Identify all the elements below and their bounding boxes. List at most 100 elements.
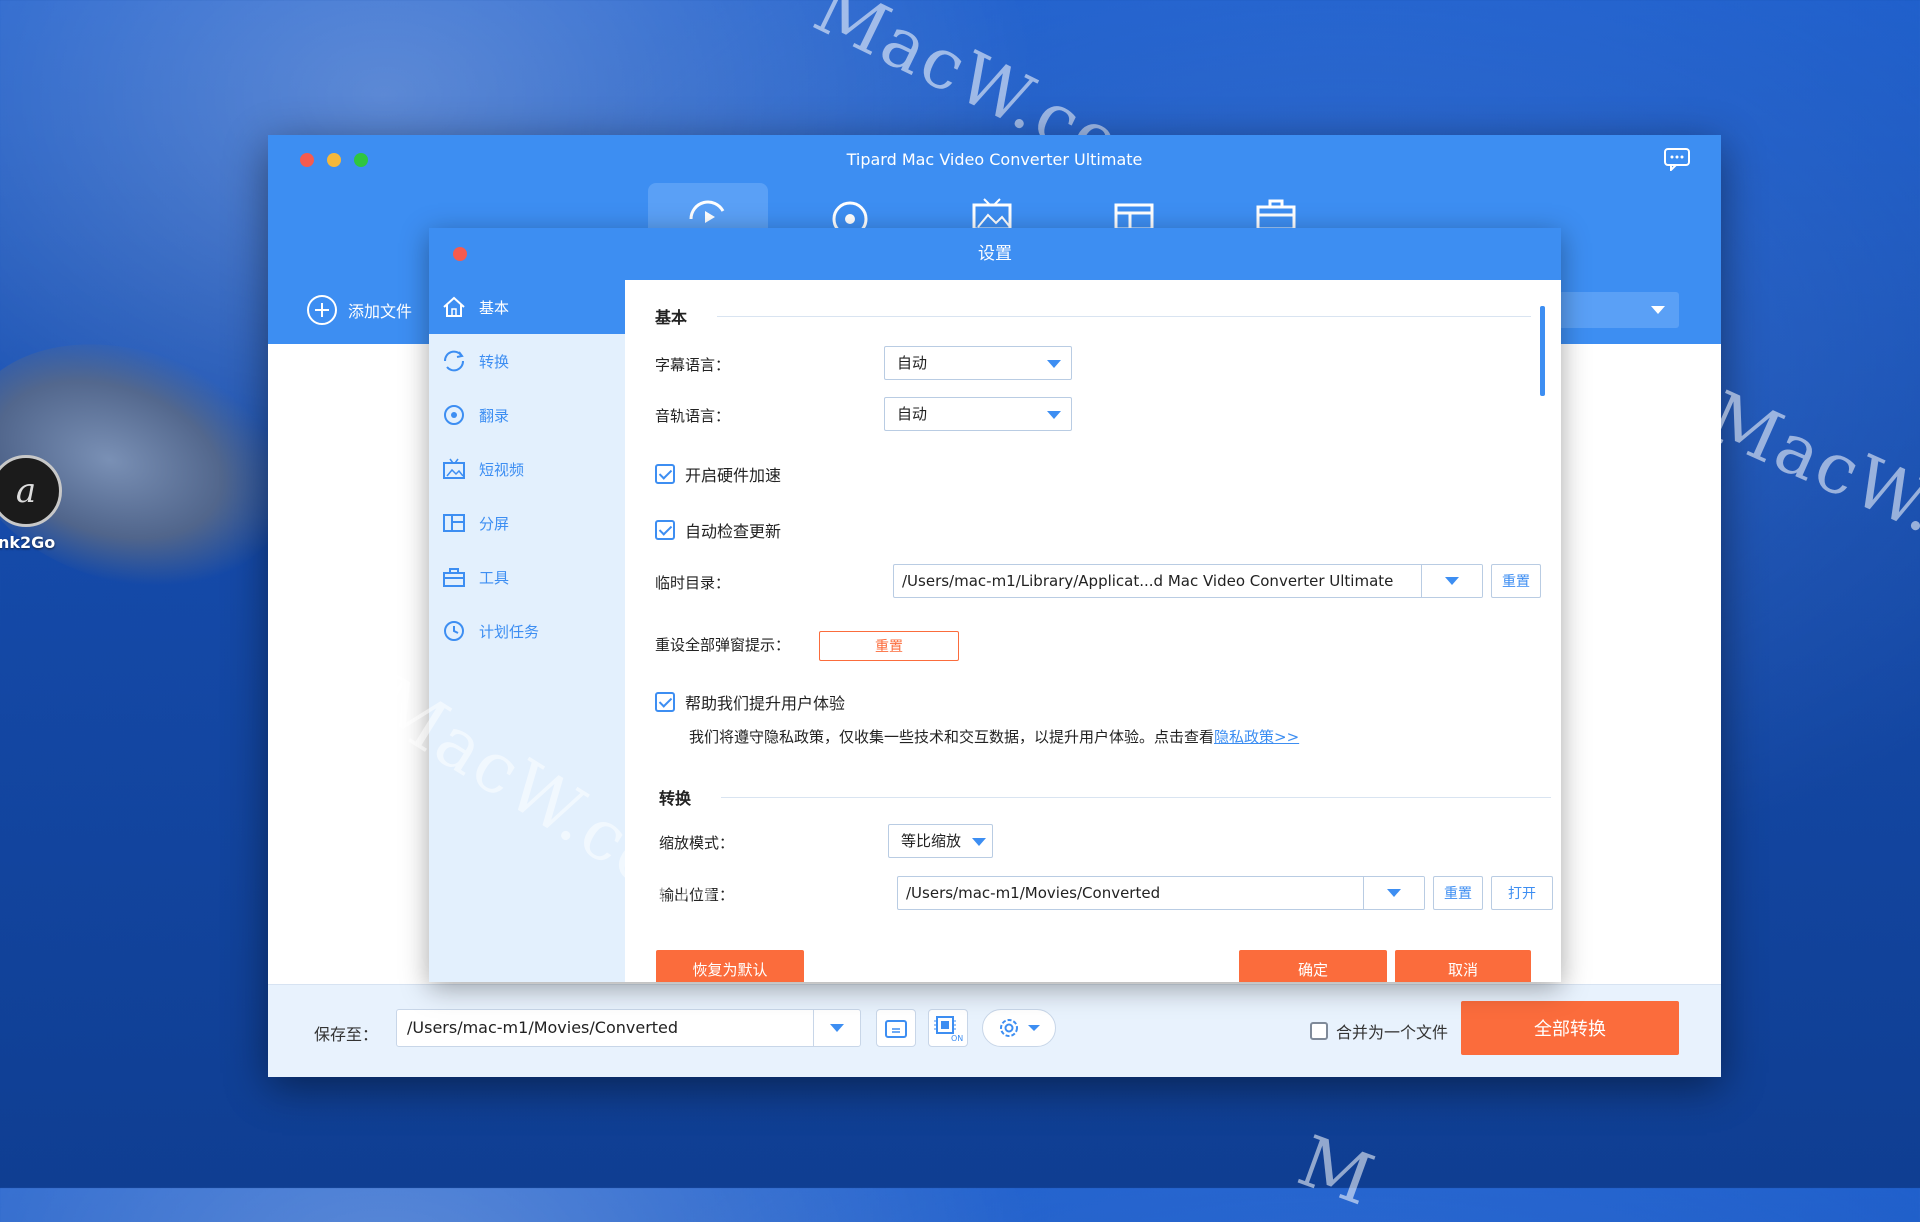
section-title-convert: 转换 (659, 789, 692, 808)
output-location-field[interactable]: /Users/mac-m1/Movies/Converted (897, 876, 1425, 910)
restore-default-button[interactable]: 恢复为默认 (656, 950, 804, 982)
desktop-app-icon[interactable]: a nk2Go (0, 455, 65, 552)
chevron-down-icon (1047, 360, 1061, 368)
toolbox-icon (443, 568, 465, 587)
output-reset-button[interactable]: 重置 (1433, 876, 1483, 910)
audio-language-label: 音轨语言： (655, 407, 731, 425)
ok-button[interactable]: 确定 (1239, 950, 1387, 982)
section-divider (717, 316, 1531, 317)
sidebar-item-split-screen[interactable]: 分屏 (429, 496, 625, 550)
clock-icon (444, 621, 464, 641)
add-file-button[interactable]: 添加文件 (306, 294, 412, 326)
hardware-accel-button[interactable]: ON (928, 1009, 968, 1047)
sidebar-item-basic[interactable]: 基本 (429, 280, 625, 334)
settings-dialog: 设置 基本 转换 翻录 短视频 分屏 工具 计划任务 基本 字幕语言： 自动 音… (429, 228, 1561, 982)
sidebar-item-convert[interactable]: 转换 (429, 334, 625, 388)
temp-dir-field[interactable]: /Users/mac-m1/Library/Applicat...d Mac V… (893, 564, 1483, 598)
merge-label: 合并为一个文件 (1336, 1023, 1449, 1042)
zoom-mode-value: 等比缩放 (901, 832, 962, 850)
chevron-down-icon (1028, 1025, 1040, 1031)
bottom-bar: 保存至： /Users/mac-m1/Movies/Converted ON 合… (268, 984, 1721, 1077)
merge-checkbox[interactable] (1310, 1022, 1328, 1040)
collage-icon (1114, 203, 1154, 229)
watermark-right: MacW.c (1695, 375, 1920, 567)
output-format-dropdown[interactable] (1559, 292, 1679, 328)
section-title-basic: 基本 (655, 308, 688, 327)
merge-option[interactable]: 合并为一个文件 (1310, 1019, 1448, 1043)
reset-popups-label: 重设全部弹窗提示： (655, 636, 791, 654)
save-path-value: /Users/mac-m1/Movies/Converted (407, 1018, 679, 1037)
sidebar-item-tools[interactable]: 工具 (429, 550, 625, 604)
cpu-on-icon: ON (934, 1016, 963, 1042)
auto-update-checkbox[interactable] (655, 520, 675, 540)
audio-language-select[interactable]: 自动 (884, 397, 1072, 431)
converter-icon (689, 200, 725, 223)
hardware-acceleration-label: 开启硬件加速 (685, 466, 782, 485)
cancel-button[interactable]: 取消 (1395, 950, 1531, 982)
save-to-label: 保存至： (314, 1025, 379, 1044)
photo-video-icon (972, 198, 1012, 229)
dialog-title: 设置 (978, 244, 1012, 264)
sidebar-item-schedule[interactable]: 计划任务 (429, 604, 625, 658)
disc-icon (832, 201, 868, 229)
desktop-app-logo: a (0, 455, 62, 527)
feedback-chat-icon[interactable] (1663, 147, 1691, 173)
window-title: Tipard Mac Video Converter Ultimate (846, 150, 1143, 169)
output-location-dropdown[interactable] (1363, 877, 1424, 909)
convert-all-button[interactable]: 全部转换 (1461, 1001, 1679, 1055)
chevron-down-icon (1047, 411, 1061, 419)
temp-dir-dropdown[interactable] (1421, 565, 1482, 597)
subtitle-language-select[interactable]: 自动 (884, 346, 1072, 380)
chevron-down-icon (1651, 306, 1665, 314)
tab-ripper[interactable] (790, 183, 910, 233)
sidebar-item-label: 转换 (479, 352, 510, 371)
home-icon (443, 296, 465, 317)
split-screen-icon (443, 514, 465, 532)
subtitle-language-value: 自动 (897, 354, 928, 372)
tab-toolbox[interactable] (1216, 183, 1336, 233)
tab-mv[interactable] (932, 183, 1052, 233)
video-icon (443, 458, 465, 479)
privacy-notice: 我们将遵守隐私政策，仅收集一些技术和交互数据，以提升用户体验。点击查看隐私政策>… (689, 726, 1299, 747)
sidebar-item-short-video[interactable]: 短视频 (429, 442, 625, 496)
output-location-label: 输出位置： (659, 886, 735, 904)
settings-dropdown-button[interactable] (982, 1009, 1056, 1047)
improve-experience-checkbox[interactable] (655, 692, 675, 712)
settings-sidebar: 基本 转换 翻录 短视频 分屏 工具 计划任务 (429, 280, 625, 982)
open-folder-button[interactable] (876, 1009, 916, 1047)
settings-content: 基本 字幕语言： 自动 音轨语言： 自动 开启硬件加速 自动检查更新 临时目录： (625, 280, 1561, 982)
temp-dir-reset-button[interactable]: 重置 (1491, 564, 1541, 598)
tab-converter[interactable] (648, 183, 768, 233)
temp-dir-value: /Users/mac-m1/Library/Applicat...d Mac V… (902, 572, 1394, 590)
reset-popups-button[interactable]: 重置 (819, 631, 959, 661)
output-open-button[interactable]: 打开 (1491, 876, 1553, 910)
temp-dir-label: 临时目录： (655, 574, 731, 592)
disc-icon (444, 405, 464, 425)
save-path-field[interactable]: /Users/mac-m1/Movies/Converted (396, 1009, 861, 1047)
save-path-dropdown[interactable] (813, 1010, 860, 1046)
hardware-acceleration-option[interactable]: 开启硬件加速 (655, 462, 781, 486)
subtitle-language-label: 字幕语言： (655, 356, 731, 374)
chevron-down-icon (972, 838, 986, 846)
sidebar-item-label: 分屏 (479, 514, 510, 533)
sidebar-item-rip[interactable]: 翻录 (429, 388, 625, 442)
sidebar-item-label: 短视频 (479, 460, 525, 479)
improve-experience-option[interactable]: 帮助我们提升用户体验 (655, 690, 845, 714)
auto-update-option[interactable]: 自动检查更新 (655, 518, 781, 542)
privacy-policy-link[interactable]: 隐私政策>> (1214, 728, 1299, 746)
auto-update-label: 自动检查更新 (685, 522, 782, 541)
scrollbar[interactable] (1540, 306, 1545, 396)
zoom-mode-label: 缩放模式： (659, 834, 735, 852)
tab-collage[interactable] (1074, 183, 1194, 233)
sidebar-item-label: 基本 (479, 298, 510, 317)
chevron-down-icon (1445, 577, 1459, 585)
folder-icon (885, 1020, 907, 1038)
convert-icon (443, 350, 465, 372)
main-nav-tabs (648, 183, 1336, 233)
chevron-down-icon (1387, 889, 1401, 897)
output-location-value: /Users/mac-m1/Movies/Converted (906, 884, 1161, 902)
section-divider (721, 797, 1551, 798)
zoom-mode-select[interactable]: 等比缩放 (888, 824, 993, 858)
toolbox-icon (1256, 199, 1296, 229)
hardware-acceleration-checkbox[interactable] (655, 464, 675, 484)
